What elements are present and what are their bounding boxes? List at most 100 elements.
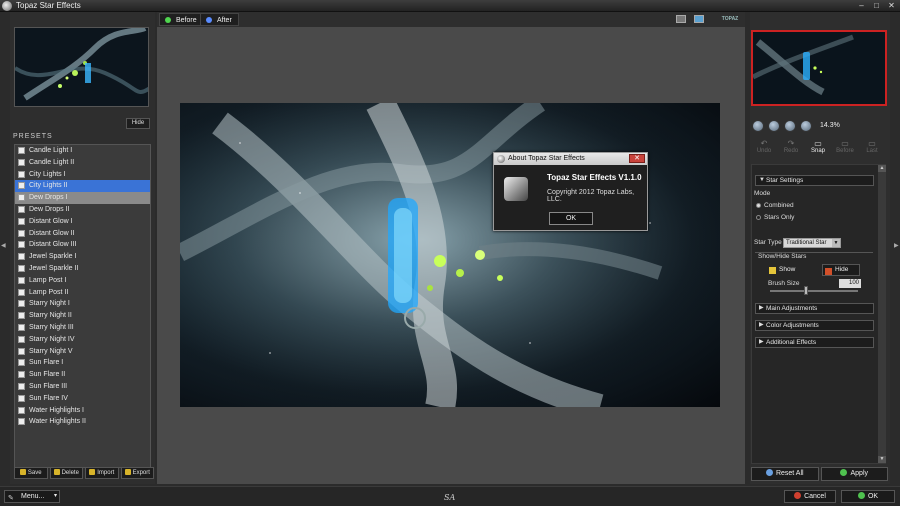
snap-button[interactable]: ▭ Snap — [807, 140, 829, 155]
preset-item[interactable]: Sun Flare I — [15, 357, 150, 369]
preset-item[interactable]: Starry Night I — [15, 298, 150, 310]
redo-button[interactable]: ↷ Redo — [780, 140, 802, 155]
before-dot-icon — [165, 17, 171, 23]
brush-size-input[interactable]: 100 — [839, 279, 861, 288]
navigator-thumbnail[interactable] — [14, 27, 149, 107]
hide-stars-label: Hide — [835, 266, 849, 273]
preset-item[interactable]: Jewel Sparkle I — [15, 251, 150, 263]
preset-item[interactable]: Distant Glow II — [15, 228, 150, 240]
delete-preset-button[interactable]: Delete — [49, 467, 83, 479]
close-button[interactable]: ✕ — [885, 1, 898, 11]
preset-icon — [18, 194, 25, 202]
chevron-down-icon: ▼ — [832, 239, 840, 247]
zoom-actual-icon[interactable] — [800, 120, 812, 132]
navigator-preview[interactable] — [751, 30, 887, 106]
import-preset-label: Import — [97, 470, 115, 476]
preset-item[interactable]: Sun Flare IV — [15, 393, 150, 405]
preview-image[interactable] — [180, 103, 720, 407]
split-view-icon[interactable] — [694, 15, 704, 23]
copyright-text: Copyright 2012 Topaz Labs, LLC. — [547, 189, 635, 203]
slider-handle[interactable] — [803, 286, 808, 295]
save-preset-button[interactable]: Save — [14, 467, 48, 479]
preset-item[interactable]: City Lights I — [15, 169, 150, 181]
settings-scrollbar[interactable]: ▲ ▼ — [878, 165, 886, 463]
preset-icon — [18, 359, 25, 367]
preset-icon — [18, 406, 25, 414]
preset-item[interactable]: Starry Night IV — [15, 334, 150, 346]
color-adjustments-header[interactable]: ▶ Color Adjustments — [755, 320, 874, 331]
chevron-down-icon: ▾ — [53, 493, 57, 499]
menu-button[interactable]: ✎ Menu... ▾ — [4, 490, 60, 503]
show-stars-button[interactable]: Show — [767, 264, 795, 276]
preset-item[interactable]: Lamp Post I — [15, 275, 150, 287]
collapse-right-icon[interactable]: ▶ — [894, 242, 899, 249]
zoom-fit-icon[interactable] — [784, 120, 796, 132]
preset-item[interactable]: City Lights II — [15, 180, 150, 193]
zoom-out-icon[interactable] — [752, 120, 764, 132]
collapse-triangle-icon: ▼ — [759, 177, 765, 183]
compare-last-button[interactable]: ▭ Last — [861, 140, 883, 155]
brush-size-slider[interactable] — [770, 286, 858, 295]
hide-brush-icon — [825, 268, 832, 275]
hide-thumbnail-button[interactable]: Hide — [126, 118, 150, 129]
scroll-up-icon[interactable]: ▲ — [878, 165, 886, 172]
preset-item[interactable]: Starry Night II — [15, 310, 150, 322]
preset-label: Jewel Sparkle II — [29, 264, 79, 272]
preset-icon — [18, 394, 25, 402]
preset-icon — [18, 229, 25, 237]
ok-button[interactable]: OK — [841, 490, 895, 503]
reset-all-button[interactable]: Reset All — [751, 467, 819, 481]
collapse-left-icon[interactable]: ◀ — [1, 242, 6, 249]
preset-item[interactable]: Starry Night V — [15, 346, 150, 358]
preset-item[interactable]: Jewel Sparkle II — [15, 263, 150, 275]
dialog-ok-button[interactable]: OK — [549, 212, 593, 225]
import-preset-button[interactable]: Import — [85, 467, 119, 479]
tab-after-label: After — [217, 17, 232, 24]
undo-button[interactable]: ↶ Undo — [753, 140, 775, 155]
after-dot-icon — [206, 17, 212, 23]
additional-effects-header[interactable]: ▶ Additional Effects — [755, 337, 874, 348]
minimize-button[interactable]: – — [855, 1, 868, 11]
single-view-icon[interactable] — [676, 15, 686, 23]
settings-panel: ▲ ▼ ▼ Star Settings Mode Combined Stars … — [751, 164, 886, 464]
right-actions: Reset All Apply — [751, 467, 888, 481]
tab-after[interactable]: After — [200, 13, 239, 26]
zoom-in-icon[interactable] — [768, 120, 780, 132]
preset-item[interactable]: Candle Light I — [15, 145, 150, 157]
preset-item[interactable]: Lamp Post II — [15, 287, 150, 299]
main-adjustments-header[interactable]: ▶ Main Adjustments — [755, 303, 874, 314]
preset-item[interactable]: Distant Glow III — [15, 239, 150, 251]
export-preset-button[interactable]: Export — [120, 467, 154, 479]
tab-before[interactable]: Before — [159, 13, 204, 26]
preset-icon — [18, 170, 25, 178]
mode-stars-only-radio[interactable] — [756, 215, 761, 220]
compare-before-button[interactable]: ▭ Before — [834, 140, 856, 155]
hide-stars-button[interactable]: Hide — [822, 264, 860, 276]
dialog-close-button[interactable]: ✕ — [629, 154, 645, 163]
preset-label: Jewel Sparkle I — [29, 253, 77, 261]
cancel-button[interactable]: Cancel — [784, 490, 836, 503]
star-settings-header[interactable]: ▼ Star Settings — [755, 175, 874, 186]
preset-item[interactable]: Dew Drops II — [15, 204, 150, 216]
show-brush-icon — [769, 267, 776, 274]
save-icon — [19, 469, 26, 475]
scroll-down-icon[interactable]: ▼ — [878, 456, 886, 463]
main-adjustments-label: Main Adjustments — [766, 305, 818, 312]
apply-button[interactable]: Apply — [820, 467, 888, 481]
mode-combined-radio[interactable] — [756, 203, 761, 208]
preset-item[interactable]: Sun Flare III — [15, 381, 150, 393]
preset-item[interactable]: Candle Light II — [15, 157, 150, 169]
star-type-select[interactable]: Traditional Star ▼ — [783, 238, 841, 248]
maximize-button[interactable]: □ — [870, 1, 883, 11]
preset-item[interactable]: Sun Flare II — [15, 369, 150, 381]
preset-item[interactable]: Dew Drops I — [15, 192, 150, 204]
preset-item[interactable]: Water Highlights II — [15, 416, 150, 428]
preset-icon — [18, 323, 25, 331]
delete-preset-label: Delete — [61, 470, 79, 476]
cancel-icon — [794, 492, 802, 499]
about-dialog: About Topaz Star Effects ✕ Topaz Star Ef… — [493, 152, 648, 231]
preset-item[interactable]: Starry Night III — [15, 322, 150, 334]
preset-item[interactable]: Water Highlights I — [15, 405, 150, 417]
preset-item[interactable]: Distant Glow I — [15, 216, 150, 228]
preset-label: Starry Night V — [29, 347, 73, 355]
